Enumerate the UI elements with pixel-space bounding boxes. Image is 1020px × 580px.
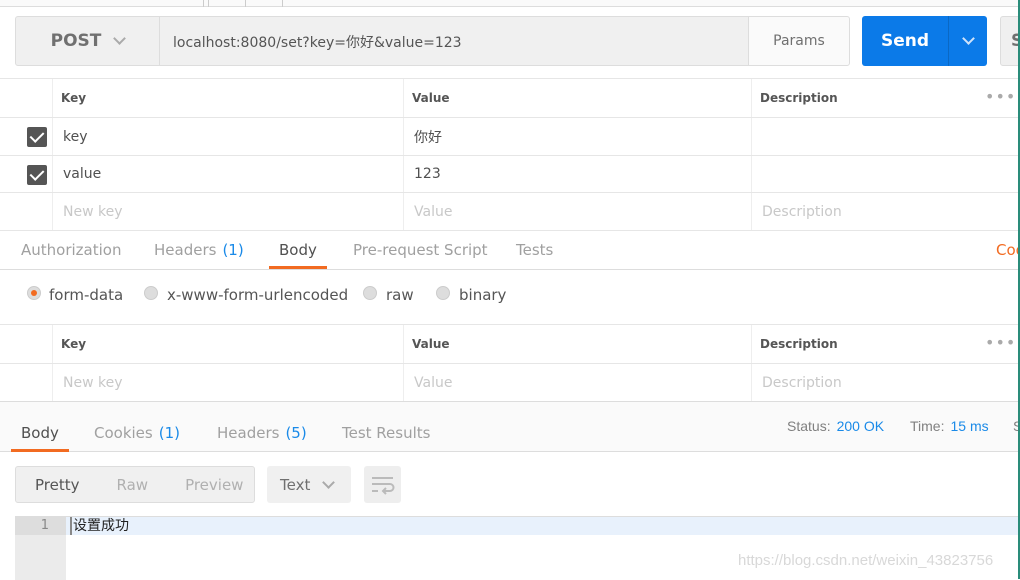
tab-response-headers[interactable]: Headers (5)	[217, 413, 307, 452]
tab-label: Authorization	[21, 241, 122, 259]
header-key: Key	[52, 325, 403, 363]
header-key: Key	[52, 79, 403, 117]
top-tab-strip	[0, 0, 1020, 7]
param-key[interactable]: key	[52, 118, 403, 155]
request-tabs: Authorization Headers (1) Body Pre-reques…	[0, 231, 1020, 270]
url-input[interactable]: localhost:8080/set?key=你好&value=123	[160, 16, 749, 66]
param-value[interactable]: 你好	[403, 118, 751, 155]
radio-label: x-www-form-urlencoded	[167, 286, 349, 304]
param-key[interactable]: value	[52, 156, 403, 192]
tab-headers[interactable]: Headers (1)	[154, 231, 244, 269]
radio-label: raw	[386, 286, 414, 304]
tab-test-results[interactable]: Test Results	[342, 413, 430, 452]
format-select[interactable]: Text	[267, 466, 351, 503]
send-button[interactable]: Send	[862, 16, 949, 66]
line-number: 1	[15, 517, 66, 535]
tab-tests[interactable]: Tests	[516, 231, 553, 269]
send-button-group: Send	[862, 16, 987, 66]
new-description-input[interactable]: Description	[751, 364, 1020, 401]
tab-count: (5)	[285, 423, 307, 442]
chevron-down-icon	[113, 32, 127, 45]
radio-label: binary	[459, 286, 507, 304]
new-value-input[interactable]: Value	[403, 193, 751, 230]
time-readout: Time: 15 ms	[910, 418, 989, 434]
params-button[interactable]: Params	[748, 16, 850, 66]
radio-form-data[interactable]	[27, 286, 41, 300]
row-checkbox[interactable]	[27, 127, 47, 147]
tab-label: Body	[21, 423, 59, 442]
send-options-button[interactable]	[949, 16, 987, 66]
row-checkbox[interactable]	[27, 165, 47, 185]
tab-body[interactable]: Body	[269, 231, 327, 269]
tab-count: (1)	[222, 241, 244, 259]
tab-authorization[interactable]: Authorization	[21, 231, 121, 269]
tab-label: Cookies	[94, 423, 153, 442]
new-value-input[interactable]: Value	[403, 364, 751, 401]
active-line	[15, 517, 1020, 535]
wrap-lines-icon[interactable]	[364, 466, 401, 503]
params-table-header: Key Value Description •••	[0, 78, 1020, 118]
status-label: Status:	[787, 418, 831, 434]
new-key-input[interactable]: New key	[52, 193, 403, 230]
table-row: key 你好	[0, 118, 1020, 156]
param-value[interactable]: 123	[403, 156, 751, 192]
response-text: 设置成功	[70, 517, 129, 535]
tab-cookies[interactable]: Cookies (1)	[94, 413, 180, 452]
status-value: 200 OK	[836, 418, 885, 434]
method-label: POST	[50, 31, 102, 51]
chevron-down-icon	[322, 475, 336, 489]
format-label: Text	[280, 475, 311, 494]
response-editor[interactable]: 1 设置成功	[15, 516, 1020, 580]
radio-raw[interactable]	[363, 286, 377, 300]
tab-pre-request-script[interactable]: Pre-request Script	[353, 231, 488, 269]
save-button[interactable]: S	[1000, 16, 1020, 66]
header-description: Description	[751, 325, 972, 363]
time-value: 15 ms	[950, 418, 989, 434]
method-select[interactable]: POST	[15, 16, 160, 66]
new-body-row: New key Value Description	[0, 364, 1020, 402]
radio-binary[interactable]	[436, 286, 450, 300]
tab-label: Test Results	[342, 423, 431, 442]
param-description[interactable]	[751, 118, 1020, 155]
tab-label: Headers	[217, 423, 280, 442]
watermark: https://blog.csdn.net/weixin_43823756	[738, 552, 994, 569]
radio-urlencoded[interactable]	[144, 286, 158, 300]
tab-label: Body	[279, 241, 317, 259]
header-value: Value	[403, 325, 751, 363]
cookies-link[interactable]: Coo	[996, 231, 1020, 269]
status-readout: Status: 200 OK	[787, 418, 884, 434]
time-label: Time:	[910, 418, 945, 434]
tab-response-body[interactable]: Body	[11, 413, 69, 452]
mode-raw[interactable]: Raw	[80, 476, 149, 494]
tab-label: Headers	[154, 241, 217, 259]
tab-label: Tests	[516, 241, 554, 259]
new-description-input[interactable]: Description	[751, 193, 1020, 230]
more-options-icon[interactable]: •••	[985, 87, 1016, 106]
body-table-header: Key Value Description •••	[0, 324, 1020, 364]
header-value: Value	[403, 79, 751, 117]
tab-count: (1)	[158, 423, 180, 442]
mode-preview[interactable]: Preview	[148, 476, 243, 494]
param-description[interactable]	[751, 156, 1020, 192]
new-key-input[interactable]: New key	[52, 364, 403, 401]
chevron-down-icon	[961, 32, 975, 45]
tab-label: Pre-request Script	[353, 241, 488, 259]
header-description: Description	[751, 79, 972, 117]
mode-pretty[interactable]: Pretty	[16, 476, 80, 494]
view-mode-toggle: Pretty Raw Preview	[15, 466, 255, 503]
more-options-icon[interactable]: •••	[985, 333, 1016, 352]
radio-label: form-data	[49, 286, 124, 304]
new-param-row: New key Value Description	[0, 193, 1020, 231]
table-row: value 123	[0, 156, 1020, 193]
